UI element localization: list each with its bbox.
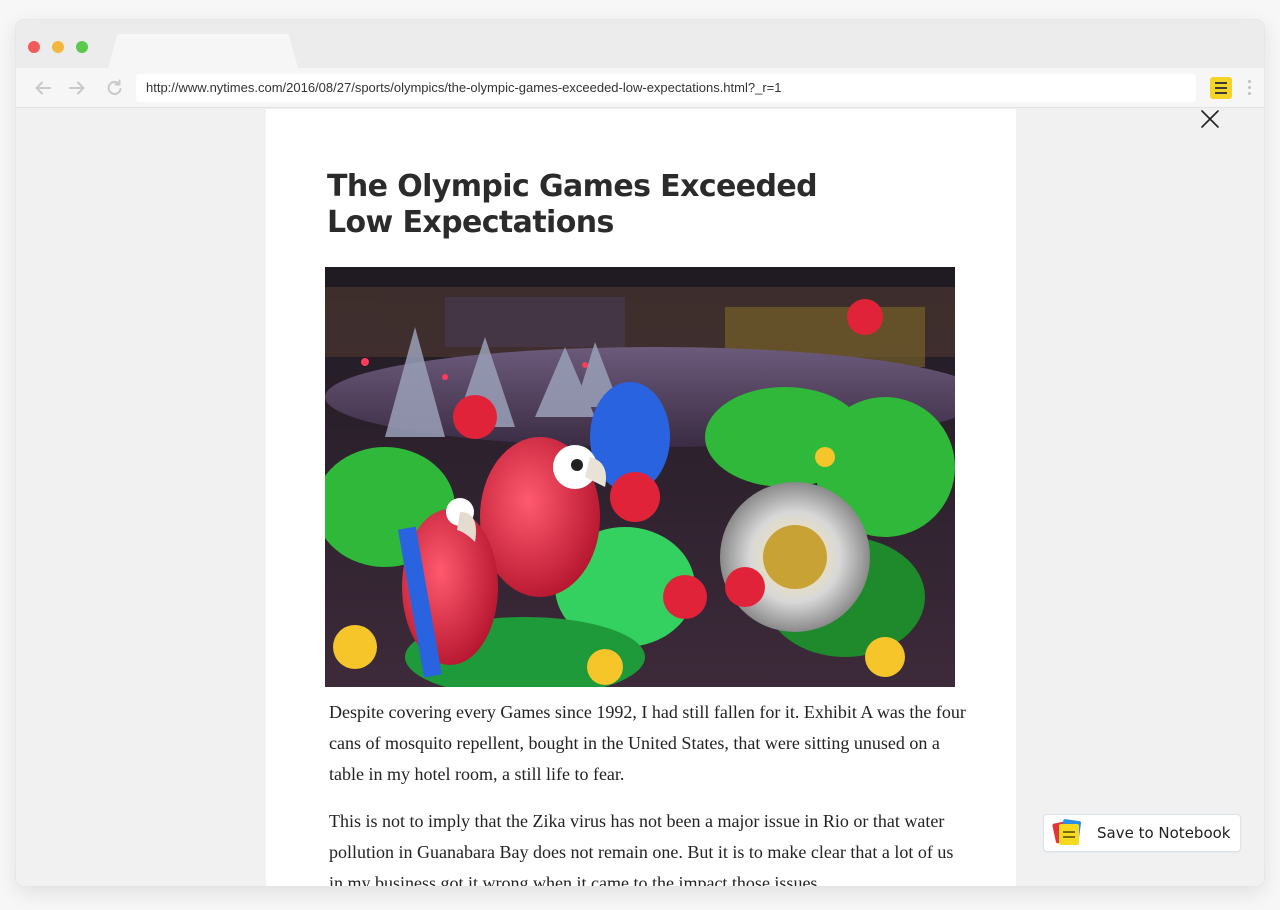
browser-toolbar: http://www.nytimes.com/2016/08/27/sports… [16,68,1264,108]
address-bar[interactable]: http://www.nytimes.com/2016/08/27/sports… [136,74,1196,102]
article-photo [325,267,955,687]
article-paragraph: This is not to imply that the Zika virus… [329,811,954,886]
back-button[interactable] [32,77,54,99]
notes-extension-icon[interactable] [1210,77,1232,99]
notebook-icon [1052,818,1084,846]
article-paragraph: Despite covering every Games since 1992,… [329,702,966,784]
forward-button[interactable] [66,77,88,99]
forward-arrow-icon [69,81,85,95]
close-icon [1201,110,1219,128]
browser-window: http://www.nytimes.com/2016/08/27/sports… [16,20,1264,886]
minimize-window-button[interactable] [52,41,64,53]
title-bar [16,20,1264,68]
save-button-label: Save to Notebook [1097,824,1231,842]
close-window-button[interactable] [28,41,40,53]
reader-article: The Olympic Games Exceeded Low Expectati… [266,109,1016,886]
save-to-notebook-button[interactable]: Save to Notebook [1043,814,1241,852]
reload-icon [107,79,122,95]
browser-tab[interactable] [108,34,298,68]
more-vert-icon[interactable] [1245,80,1253,98]
page-viewport: The Olympic Games Exceeded Low Expectati… [16,109,1264,886]
article-headline: The Olympic Games Exceeded Low Expectati… [327,169,818,240]
reload-button[interactable] [104,77,126,99]
back-arrow-icon [35,81,51,95]
maximize-window-button[interactable] [76,41,88,53]
close-reader-button[interactable] [1200,109,1220,129]
